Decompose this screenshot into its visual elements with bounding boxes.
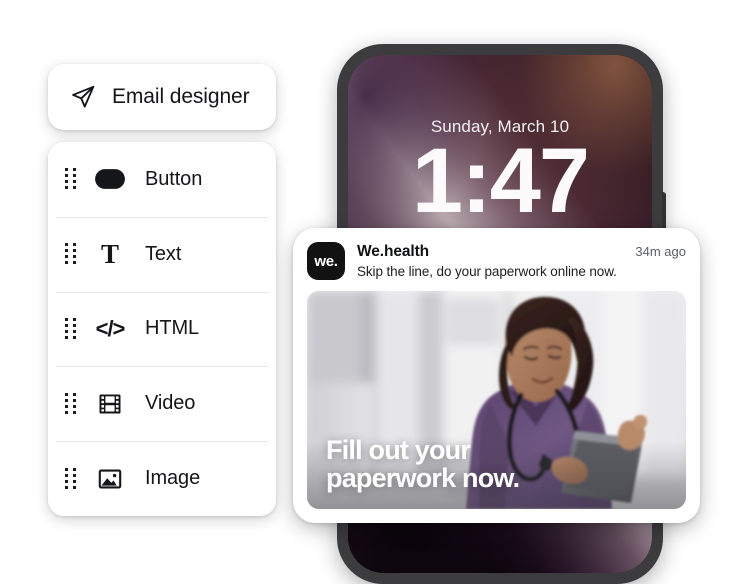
block-list-item-image[interactable]: Image xyxy=(48,441,276,516)
drag-handle-icon[interactable] xyxy=(65,392,77,414)
notification-message: Skip the line, do your paperwork online … xyxy=(357,264,617,279)
send-icon xyxy=(70,84,96,110)
notification-image-headline: Fill out your paperwork now. xyxy=(326,434,520,494)
button-icon xyxy=(95,164,125,194)
notification-text: We.health 34m ago Skip the line, do your… xyxy=(357,242,686,279)
block-list-item-text[interactable]: T Text xyxy=(48,216,276,292)
image-photo-icon xyxy=(95,464,125,494)
video-film-icon xyxy=(95,389,125,419)
headline-line-2: paperwork now. xyxy=(326,463,520,494)
block-list-card: Button T Text </> HTML Video Image xyxy=(48,142,276,516)
drag-handle-icon[interactable] xyxy=(65,467,77,489)
push-notification-card[interactable]: we. We.health 34m ago Skip the line, do … xyxy=(293,228,700,523)
notification-image: Fill out your paperwork now. xyxy=(307,291,686,509)
notification-app-name: We.health xyxy=(357,243,430,260)
block-list-item-video[interactable]: Video xyxy=(48,366,276,442)
block-list-item-label: HTML xyxy=(145,317,200,340)
notification-timestamp: 34m ago xyxy=(635,244,686,259)
drag-handle-icon[interactable] xyxy=(65,168,77,190)
block-list-item-html[interactable]: </> HTML xyxy=(48,291,276,367)
email-designer-label: Email designer xyxy=(112,85,250,108)
block-list-item-label: Image xyxy=(145,467,201,490)
headline-line-1: Fill out your xyxy=(326,434,471,465)
block-list-item-label: Button xyxy=(145,167,203,190)
drag-handle-icon[interactable] xyxy=(65,243,77,265)
block-list-item-label: Text xyxy=(145,242,182,265)
email-designer-card[interactable]: Email designer xyxy=(48,64,276,130)
block-list-item-label: Video xyxy=(145,392,196,415)
block-list-item-button[interactable]: Button xyxy=(48,142,276,217)
text-icon: T xyxy=(100,238,119,269)
app-icon: we. xyxy=(307,242,345,280)
notification-header: we. We.health 34m ago Skip the line, do … xyxy=(307,242,686,280)
html-code-icon: </> xyxy=(95,315,126,341)
drag-handle-icon[interactable] xyxy=(65,317,77,339)
notification-title-row: We.health 34m ago xyxy=(357,243,686,261)
lock-screen-time: 1:47 xyxy=(411,130,590,232)
